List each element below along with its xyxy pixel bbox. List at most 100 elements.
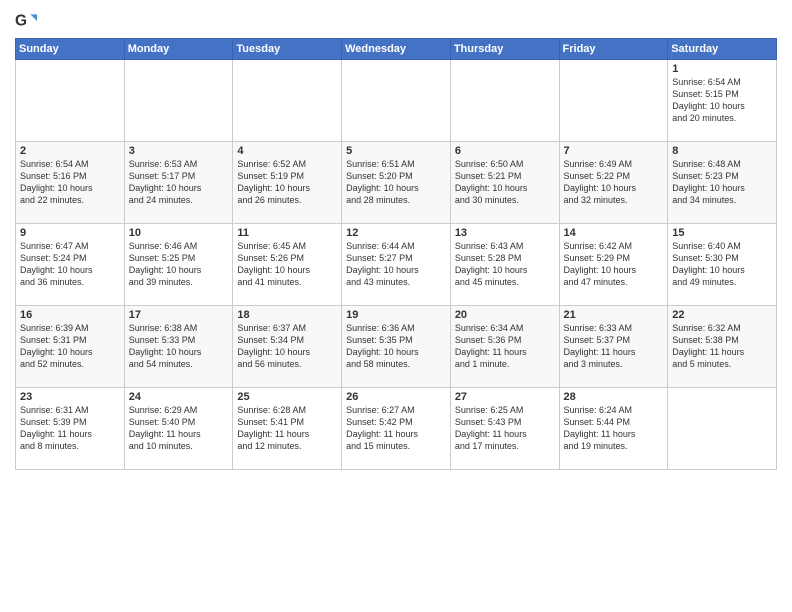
calendar-cell <box>450 60 559 142</box>
day-info: Sunrise: 6:33 AM Sunset: 5:37 PM Dayligh… <box>564 322 664 371</box>
day-number: 11 <box>237 227 337 239</box>
calendar-cell: 26Sunrise: 6:27 AM Sunset: 5:42 PM Dayli… <box>342 388 451 470</box>
weekday-header-row: SundayMondayTuesdayWednesdayThursdayFrid… <box>16 39 777 60</box>
calendar-week-3: 9Sunrise: 6:47 AM Sunset: 5:24 PM Daylig… <box>16 224 777 306</box>
day-info: Sunrise: 6:50 AM Sunset: 5:21 PM Dayligh… <box>455 158 555 207</box>
day-info: Sunrise: 6:34 AM Sunset: 5:36 PM Dayligh… <box>455 322 555 371</box>
calendar-cell: 7Sunrise: 6:49 AM Sunset: 5:22 PM Daylig… <box>559 142 668 224</box>
logo: G <box>15 10 39 32</box>
weekday-header-friday: Friday <box>559 39 668 60</box>
day-number: 26 <box>346 391 446 403</box>
day-number: 4 <box>237 145 337 157</box>
day-info: Sunrise: 6:52 AM Sunset: 5:19 PM Dayligh… <box>237 158 337 207</box>
day-number: 15 <box>672 227 772 239</box>
svg-text:G: G <box>15 12 27 29</box>
calendar-cell: 28Sunrise: 6:24 AM Sunset: 5:44 PM Dayli… <box>559 388 668 470</box>
day-number: 22 <box>672 309 772 321</box>
day-number: 28 <box>564 391 664 403</box>
calendar-cell <box>559 60 668 142</box>
day-number: 8 <box>672 145 772 157</box>
calendar-week-1: 1Sunrise: 6:54 AM Sunset: 5:15 PM Daylig… <box>16 60 777 142</box>
day-info: Sunrise: 6:38 AM Sunset: 5:33 PM Dayligh… <box>129 322 229 371</box>
day-info: Sunrise: 6:32 AM Sunset: 5:38 PM Dayligh… <box>672 322 772 371</box>
day-number: 14 <box>564 227 664 239</box>
calendar-cell: 22Sunrise: 6:32 AM Sunset: 5:38 PM Dayli… <box>668 306 777 388</box>
day-info: Sunrise: 6:42 AM Sunset: 5:29 PM Dayligh… <box>564 240 664 289</box>
day-info: Sunrise: 6:51 AM Sunset: 5:20 PM Dayligh… <box>346 158 446 207</box>
calendar-cell: 24Sunrise: 6:29 AM Sunset: 5:40 PM Dayli… <box>124 388 233 470</box>
calendar-week-2: 2Sunrise: 6:54 AM Sunset: 5:16 PM Daylig… <box>16 142 777 224</box>
calendar-cell: 14Sunrise: 6:42 AM Sunset: 5:29 PM Dayli… <box>559 224 668 306</box>
calendar-cell: 13Sunrise: 6:43 AM Sunset: 5:28 PM Dayli… <box>450 224 559 306</box>
day-number: 12 <box>346 227 446 239</box>
day-number: 25 <box>237 391 337 403</box>
day-info: Sunrise: 6:44 AM Sunset: 5:27 PM Dayligh… <box>346 240 446 289</box>
calendar-cell: 12Sunrise: 6:44 AM Sunset: 5:27 PM Dayli… <box>342 224 451 306</box>
day-number: 17 <box>129 309 229 321</box>
calendar-cell <box>342 60 451 142</box>
day-number: 2 <box>20 145 120 157</box>
day-info: Sunrise: 6:54 AM Sunset: 5:16 PM Dayligh… <box>20 158 120 207</box>
calendar-table: SundayMondayTuesdayWednesdayThursdayFrid… <box>15 38 777 470</box>
day-number: 1 <box>672 63 772 75</box>
weekday-header-monday: Monday <box>124 39 233 60</box>
day-number: 27 <box>455 391 555 403</box>
calendar-cell: 19Sunrise: 6:36 AM Sunset: 5:35 PM Dayli… <box>342 306 451 388</box>
day-number: 23 <box>20 391 120 403</box>
day-number: 18 <box>237 309 337 321</box>
weekday-header-wednesday: Wednesday <box>342 39 451 60</box>
calendar-cell: 5Sunrise: 6:51 AM Sunset: 5:20 PM Daylig… <box>342 142 451 224</box>
day-info: Sunrise: 6:49 AM Sunset: 5:22 PM Dayligh… <box>564 158 664 207</box>
day-number: 21 <box>564 309 664 321</box>
day-number: 5 <box>346 145 446 157</box>
day-number: 10 <box>129 227 229 239</box>
weekday-header-sunday: Sunday <box>16 39 125 60</box>
day-number: 3 <box>129 145 229 157</box>
day-number: 13 <box>455 227 555 239</box>
calendar-cell <box>233 60 342 142</box>
day-number: 19 <box>346 309 446 321</box>
calendar-cell <box>16 60 125 142</box>
day-info: Sunrise: 6:43 AM Sunset: 5:28 PM Dayligh… <box>455 240 555 289</box>
day-number: 20 <box>455 309 555 321</box>
day-info: Sunrise: 6:53 AM Sunset: 5:17 PM Dayligh… <box>129 158 229 207</box>
calendar-cell: 1Sunrise: 6:54 AM Sunset: 5:15 PM Daylig… <box>668 60 777 142</box>
day-number: 6 <box>455 145 555 157</box>
day-info: Sunrise: 6:54 AM Sunset: 5:15 PM Dayligh… <box>672 76 772 125</box>
day-info: Sunrise: 6:28 AM Sunset: 5:41 PM Dayligh… <box>237 404 337 453</box>
day-info: Sunrise: 6:45 AM Sunset: 5:26 PM Dayligh… <box>237 240 337 289</box>
calendar-cell: 23Sunrise: 6:31 AM Sunset: 5:39 PM Dayli… <box>16 388 125 470</box>
calendar-week-5: 23Sunrise: 6:31 AM Sunset: 5:39 PM Dayli… <box>16 388 777 470</box>
header: G <box>15 10 777 32</box>
calendar-cell: 27Sunrise: 6:25 AM Sunset: 5:43 PM Dayli… <box>450 388 559 470</box>
day-number: 9 <box>20 227 120 239</box>
main-container: G SundayMondayTuesdayWednesdayThursdayFr… <box>0 0 792 475</box>
day-info: Sunrise: 6:27 AM Sunset: 5:42 PM Dayligh… <box>346 404 446 453</box>
day-number: 24 <box>129 391 229 403</box>
calendar-cell <box>668 388 777 470</box>
logo-icon: G <box>15 10 37 32</box>
calendar-week-4: 16Sunrise: 6:39 AM Sunset: 5:31 PM Dayli… <box>16 306 777 388</box>
day-info: Sunrise: 6:39 AM Sunset: 5:31 PM Dayligh… <box>20 322 120 371</box>
day-number: 16 <box>20 309 120 321</box>
calendar-cell: 9Sunrise: 6:47 AM Sunset: 5:24 PM Daylig… <box>16 224 125 306</box>
day-info: Sunrise: 6:36 AM Sunset: 5:35 PM Dayligh… <box>346 322 446 371</box>
calendar-cell: 20Sunrise: 6:34 AM Sunset: 5:36 PM Dayli… <box>450 306 559 388</box>
calendar-cell: 15Sunrise: 6:40 AM Sunset: 5:30 PM Dayli… <box>668 224 777 306</box>
calendar-cell: 17Sunrise: 6:38 AM Sunset: 5:33 PM Dayli… <box>124 306 233 388</box>
calendar-cell: 6Sunrise: 6:50 AM Sunset: 5:21 PM Daylig… <box>450 142 559 224</box>
calendar-cell: 4Sunrise: 6:52 AM Sunset: 5:19 PM Daylig… <box>233 142 342 224</box>
weekday-header-saturday: Saturday <box>668 39 777 60</box>
day-info: Sunrise: 6:48 AM Sunset: 5:23 PM Dayligh… <box>672 158 772 207</box>
weekday-header-tuesday: Tuesday <box>233 39 342 60</box>
day-info: Sunrise: 6:47 AM Sunset: 5:24 PM Dayligh… <box>20 240 120 289</box>
calendar-cell: 2Sunrise: 6:54 AM Sunset: 5:16 PM Daylig… <box>16 142 125 224</box>
calendar-cell: 11Sunrise: 6:45 AM Sunset: 5:26 PM Dayli… <box>233 224 342 306</box>
day-info: Sunrise: 6:24 AM Sunset: 5:44 PM Dayligh… <box>564 404 664 453</box>
calendar-cell <box>124 60 233 142</box>
day-info: Sunrise: 6:29 AM Sunset: 5:40 PM Dayligh… <box>129 404 229 453</box>
calendar-cell: 10Sunrise: 6:46 AM Sunset: 5:25 PM Dayli… <box>124 224 233 306</box>
day-info: Sunrise: 6:25 AM Sunset: 5:43 PM Dayligh… <box>455 404 555 453</box>
day-info: Sunrise: 6:37 AM Sunset: 5:34 PM Dayligh… <box>237 322 337 371</box>
calendar-cell: 18Sunrise: 6:37 AM Sunset: 5:34 PM Dayli… <box>233 306 342 388</box>
